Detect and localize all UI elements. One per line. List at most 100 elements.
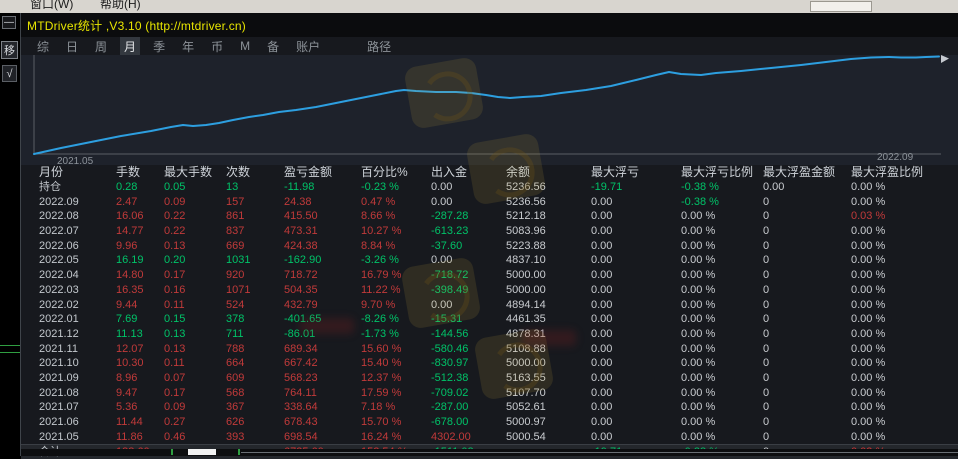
cell: 7.69 xyxy=(116,312,164,327)
bottom-scrollbar[interactable] xyxy=(21,449,958,456)
cell: 0.27 xyxy=(164,415,226,430)
cell: 0 xyxy=(763,253,851,268)
cell: 0.00 % xyxy=(681,224,763,239)
table-row[interactable]: 2022.0414.800.17920718.7216.79 %-718.725… xyxy=(21,268,958,283)
cell: 16.79 % xyxy=(361,268,431,283)
cell: 0 xyxy=(763,371,851,386)
os-toolbar-field xyxy=(810,1,872,12)
cell: -0.38 % xyxy=(681,195,763,210)
cell: 9.70 % xyxy=(361,298,431,313)
tab-账户[interactable]: 账户 xyxy=(292,37,324,56)
table-row[interactable]: 2021.089.470.17568764.1117.59 %-709.0251… xyxy=(21,386,958,401)
cell: 0.00 xyxy=(591,268,681,283)
table-row[interactable]: 2022.017.690.15378-401.65-8.26 %-15.3144… xyxy=(21,312,958,327)
cell: 0.47 % xyxy=(361,195,431,210)
cell: 4878.31 xyxy=(506,327,591,342)
cell: -162.90 xyxy=(284,253,361,268)
cell: -580.46 xyxy=(431,342,506,357)
cell: 0.00 % xyxy=(851,312,958,327)
cell: 0.00 % xyxy=(851,400,958,415)
app-panel: MTDriver统计 ,V3.10 (http://mtdriver.cn) 综… xyxy=(20,13,958,456)
table-row[interactable]: 2021.1010.300.11664667.4215.40 %-830.975… xyxy=(21,356,958,371)
check-button[interactable]: √ xyxy=(2,65,17,82)
row-label: 2021.07 xyxy=(39,400,116,415)
table-row[interactable]: 2022.069.960.13669424.388.84 %-37.605223… xyxy=(21,239,958,254)
cell: 0.13 xyxy=(164,327,226,342)
titlebar[interactable]: MTDriver统计 ,V3.10 (http://mtdriver.cn) xyxy=(21,13,958,37)
equity-chart[interactable]: 2021.05 2022.09 xyxy=(21,55,958,165)
cell: 11.86 xyxy=(116,430,164,445)
cell: 0.11 xyxy=(164,356,226,371)
cell: 1031 xyxy=(226,253,284,268)
cell: 0.00 xyxy=(431,180,506,195)
column-header: 最大浮盈比例 xyxy=(851,165,958,180)
tab-周[interactable]: 周 xyxy=(91,37,111,56)
cell: 0.00 xyxy=(591,253,681,268)
table-row[interactable]: 2022.029.440.11524432.799.70 %0.004894.1… xyxy=(21,298,958,313)
column-header: 盈亏金额 xyxy=(284,165,361,180)
cell: 4837.10 xyxy=(506,253,591,268)
cell: 5236.56 xyxy=(506,180,591,195)
table-row[interactable]: 2021.1112.070.13788689.3415.60 %-580.465… xyxy=(21,342,958,357)
minimize-button[interactable]: — xyxy=(2,16,16,29)
cell: 0.00 xyxy=(591,415,681,430)
cell: 0 xyxy=(763,415,851,430)
cell: 0.00 xyxy=(591,386,681,401)
cell: 9.47 xyxy=(116,386,164,401)
cell: 16.35 xyxy=(116,283,164,298)
tab-path[interactable]: 路径 xyxy=(363,37,395,56)
cell: 8.84 % xyxy=(361,239,431,254)
tab-季[interactable]: 季 xyxy=(149,37,169,56)
cell: 0 xyxy=(763,356,851,371)
x-axis-end-label: 2022.09 xyxy=(877,152,914,163)
equity-line xyxy=(34,57,939,155)
column-header: 余额 xyxy=(506,165,591,180)
table-row[interactable]: 2021.098.960.07609568.2312.37 %-512.3851… xyxy=(21,371,958,386)
tab-M[interactable]: M xyxy=(236,38,254,54)
move-button[interactable]: 移 xyxy=(1,41,18,59)
cell: -0.23 % xyxy=(361,180,431,195)
cell: 689.34 xyxy=(284,342,361,357)
table-row[interactable]: 持仓0.280.0513-11.98-0.23 %0.005236.56-19.… xyxy=(21,180,958,195)
table-row[interactable]: 2021.1211.130.13711-86.01-1.73 %-144.564… xyxy=(21,327,958,342)
tab-月[interactable]: 月 xyxy=(120,37,140,56)
cell: 13 xyxy=(226,180,284,195)
cell: 12.07 xyxy=(116,342,164,357)
cell: 678.43 xyxy=(284,415,361,430)
tab-综[interactable]: 综 xyxy=(33,37,53,56)
cell: 0 xyxy=(763,312,851,327)
menu-item-help[interactable]: 帮助(H) xyxy=(100,0,141,12)
cell: 788 xyxy=(226,342,284,357)
table-row[interactable]: 2021.0511.860.46393698.5416.24 %4302.005… xyxy=(21,430,958,445)
tab-备[interactable]: 备 xyxy=(263,37,283,56)
cell: -144.56 xyxy=(431,327,506,342)
tab-年[interactable]: 年 xyxy=(178,37,198,56)
table-row[interactable]: 2021.075.360.09367338.647.18 %-287.00505… xyxy=(21,400,958,415)
cell: 0.00 xyxy=(591,327,681,342)
cell: 0.00 xyxy=(431,253,506,268)
cell: 0 xyxy=(763,342,851,357)
table-row[interactable]: 2021.0611.440.27626678.4315.70 %-678.005… xyxy=(21,415,958,430)
cell: 5000.00 xyxy=(506,283,591,298)
cell: 0.13 xyxy=(164,342,226,357)
cell: 0.00 xyxy=(591,283,681,298)
tab-日[interactable]: 日 xyxy=(62,37,82,56)
menu-item-window[interactable]: 窗口(W) xyxy=(30,0,73,12)
table-row[interactable]: 2022.0316.350.161071504.3511.22 %-398.49… xyxy=(21,283,958,298)
cell: 0.00 % xyxy=(851,327,958,342)
table-row[interactable]: 2022.092.470.0915724.380.47 %0.005236.56… xyxy=(21,195,958,210)
cell: 0 xyxy=(763,209,851,224)
cell: 764.11 xyxy=(284,386,361,401)
tab-币[interactable]: 币 xyxy=(207,37,227,56)
table-row[interactable]: 2022.0714.770.22837473.3110.27 %-613.235… xyxy=(21,224,958,239)
cell: 0.00 % xyxy=(681,400,763,415)
table-row[interactable]: 2022.0516.190.201031-162.90-3.26 %0.0048… xyxy=(21,253,958,268)
cell: 0.00 % xyxy=(851,239,958,254)
cell: 0.00 % xyxy=(851,342,958,357)
cell: 4302.00 xyxy=(431,430,506,445)
table-row[interactable]: 2022.0816.060.22861415.508.66 %-287.2852… xyxy=(21,209,958,224)
cell: 5000.00 xyxy=(506,268,591,283)
scrollbar-thumb[interactable] xyxy=(188,449,216,455)
cell: 0.00 % xyxy=(851,415,958,430)
cell: 5107.70 xyxy=(506,386,591,401)
